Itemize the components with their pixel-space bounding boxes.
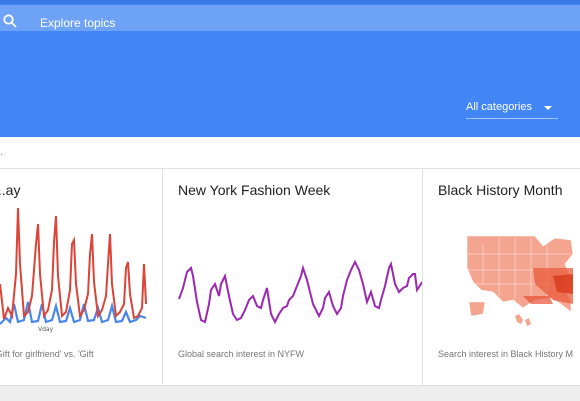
- category-select-label: All categories: [466, 101, 533, 113]
- us-map-icon: [466, 235, 574, 326]
- category-select[interactable]: All categories: [466, 98, 558, 119]
- story-cards: ...ay Vday 'Gift for girlfriend' vs. 'Gi…: [0, 169, 580, 385]
- story-card-nyfw[interactable]: New York Fashion Week Global search inte…: [163, 169, 423, 385]
- card-caption: Search interest in Black History M: [438, 349, 574, 359]
- card-title: ...ay: [0, 182, 21, 198]
- story-card-black-history[interactable]: Black History Month Search interest in B…: [423, 169, 580, 385]
- search-icon[interactable]: [2, 13, 18, 29]
- header-banner: All categories: [0, 0, 580, 137]
- sub-header-text: .: [0, 147, 3, 158]
- search-input[interactable]: [40, 14, 340, 32]
- line-chart-icon: Vday: [0, 207, 147, 333]
- search-bar[interactable]: [0, 5, 580, 32]
- card-caption: 'Gift for girlfriend' vs. 'Gift: [0, 349, 94, 359]
- sub-header: .: [0, 137, 580, 169]
- page-footer-gap: [0, 385, 580, 401]
- card-title: Black History Month: [438, 182, 563, 198]
- svg-text:Vday: Vday: [38, 326, 54, 333]
- header-top-strip: [0, 0, 580, 4]
- card-title: New York Fashion Week: [178, 182, 331, 198]
- story-card-gift[interactable]: ...ay Vday 'Gift for girlfriend' vs. 'Gi…: [0, 169, 163, 385]
- line-chart-icon: [178, 259, 422, 325]
- chevron-down-icon: [544, 106, 552, 110]
- card-caption: Global search interest in NYFW: [178, 349, 305, 359]
